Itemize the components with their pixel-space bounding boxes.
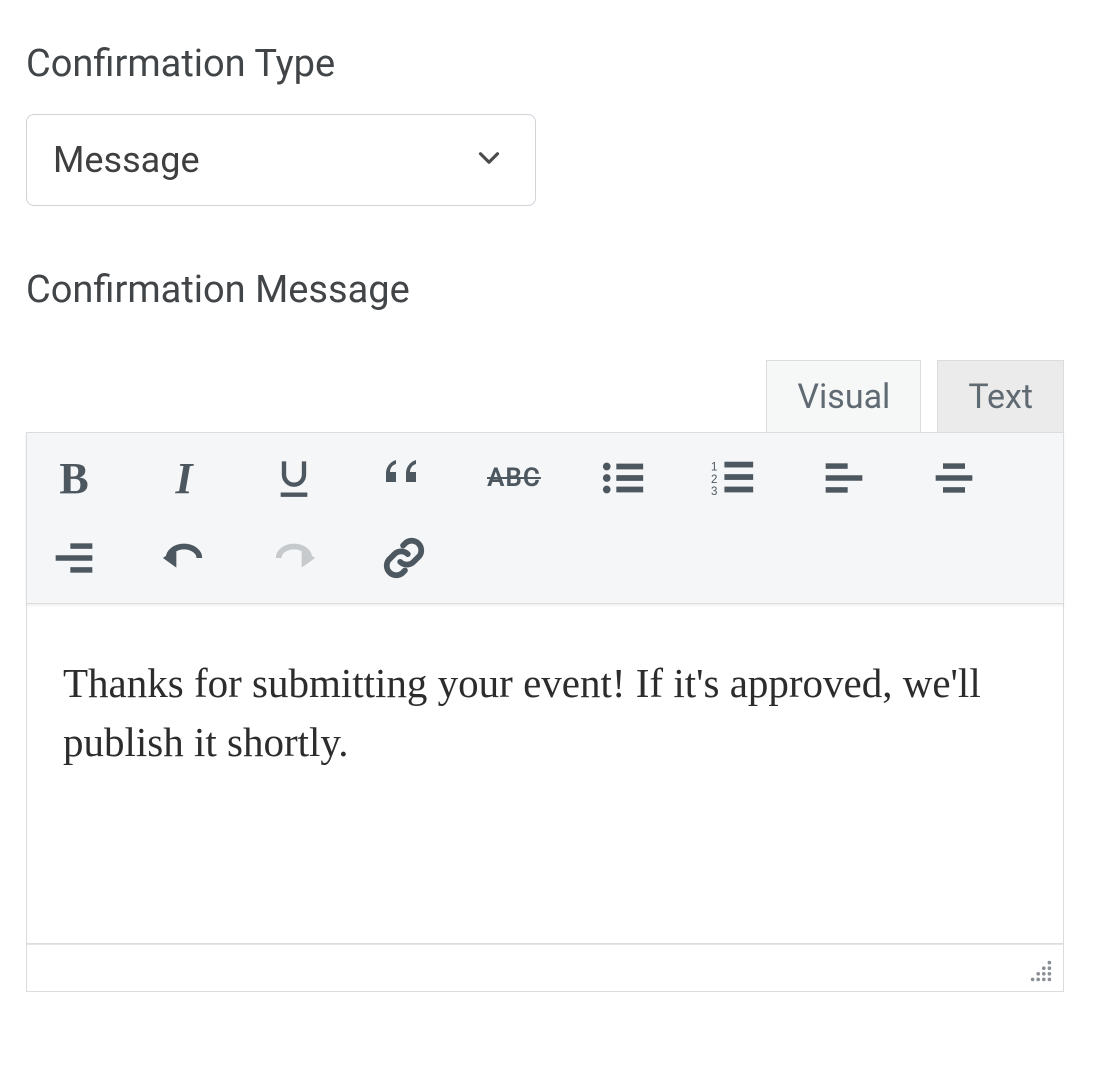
svg-text:2: 2 [711,474,717,486]
svg-text:1: 1 [711,461,717,473]
blockquote-icon [380,458,428,498]
align-center-icon [932,459,976,497]
bold-button[interactable]: B [47,451,101,505]
confirmation-type-select[interactable]: Message [26,114,536,206]
align-right-icon [52,539,96,577]
numbered-list-button[interactable]: 123 [707,451,761,505]
undo-icon [161,538,207,578]
bold-icon: B [59,453,88,504]
bullet-list-button[interactable] [597,451,651,505]
editor-content-area[interactable]: Thanks for submitting your event! If it'… [26,604,1064,944]
align-center-button[interactable] [927,451,981,505]
redo-icon [271,538,317,578]
resize-handle[interactable] [1027,957,1055,985]
editor-text: Thanks for submitting your event! If it'… [63,660,981,765]
editor-toolbar: B I ABC 123 [26,432,1064,604]
confirmation-message-label: Confirmation Message [26,268,1090,312]
blockquote-button[interactable] [377,451,431,505]
editor-statusbar [26,944,1064,992]
numbered-list-icon: 123 [711,458,757,498]
underline-button[interactable] [267,451,321,505]
tab-visual[interactable]: Visual [766,360,921,433]
align-left-button[interactable] [817,451,871,505]
italic-button[interactable]: I [157,451,211,505]
redo-button[interactable] [267,531,321,585]
insert-link-button[interactable] [377,531,431,585]
underline-icon [274,455,314,501]
confirmation-type-label: Confirmation Type [26,42,1090,86]
link-icon [381,535,427,581]
bullet-list-icon [601,458,647,498]
rich-text-editor: Visual Text B I ABC [26,360,1064,992]
align-right-button[interactable] [47,531,101,585]
italic-icon: I [175,453,192,504]
undo-button[interactable] [157,531,211,585]
strikethrough-icon: ABC [487,463,541,493]
confirmation-type-value: Message [53,139,200,181]
editor-tabs: Visual Text [26,360,1064,433]
tab-text[interactable]: Text [937,360,1064,433]
svg-text:3: 3 [711,486,717,498]
align-left-icon [822,459,866,497]
strikethrough-button[interactable]: ABC [487,451,541,505]
